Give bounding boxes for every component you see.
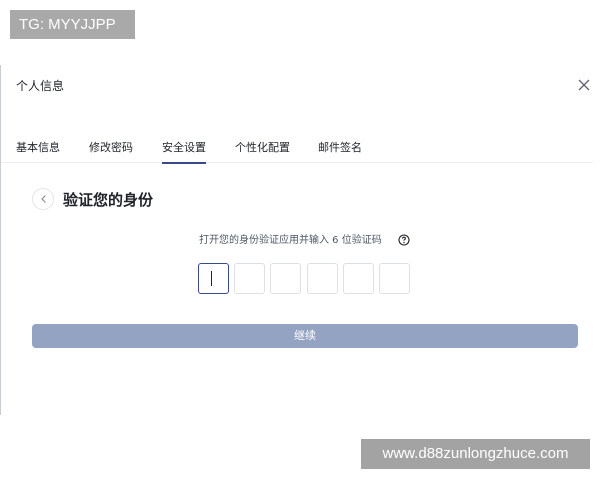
close-icon [578, 79, 590, 91]
tg-badge: TG: MYYJJPP [10, 10, 135, 39]
personal-info-dialog: 个人信息 基本信息 修改密码 安全设置 个性化配置 邮件签名 验证您的身份 打开… [0, 65, 600, 415]
tab-security-settings[interactable]: 安全设置 [162, 139, 206, 164]
code-digit-2[interactable] [234, 263, 265, 294]
tab-basic-info[interactable]: 基本信息 [16, 139, 60, 163]
code-digit-4[interactable] [307, 263, 338, 294]
dialog-title: 个人信息 [16, 79, 65, 93]
instruction-text: 打开您的身份验证应用并输入 6 位验证码 [199, 235, 382, 246]
chevron-left-icon [41, 195, 46, 203]
help-button[interactable] [398, 231, 410, 246]
tab-bar: 基本信息 修改密码 安全设置 个性化配置 邮件签名 [1, 139, 593, 164]
text-caret [211, 271, 212, 286]
watermark: www.d88zunlongzhuce.com [361, 439, 590, 469]
code-digit-1[interactable] [198, 263, 229, 294]
tab-change-password[interactable]: 修改密码 [89, 139, 133, 163]
code-digit-5[interactable] [343, 263, 374, 294]
section-title: 验证您的身份 [63, 191, 154, 209]
code-digit-3[interactable] [270, 263, 301, 294]
code-digit-6[interactable] [379, 263, 410, 294]
close-button[interactable] [575, 76, 593, 94]
tab-email-signature[interactable]: 邮件签名 [318, 139, 362, 163]
continue-button[interactable]: 继续 [32, 324, 578, 348]
help-circle-icon [398, 234, 410, 246]
back-button[interactable] [32, 188, 54, 210]
tab-personalization[interactable]: 个性化配置 [235, 139, 290, 163]
